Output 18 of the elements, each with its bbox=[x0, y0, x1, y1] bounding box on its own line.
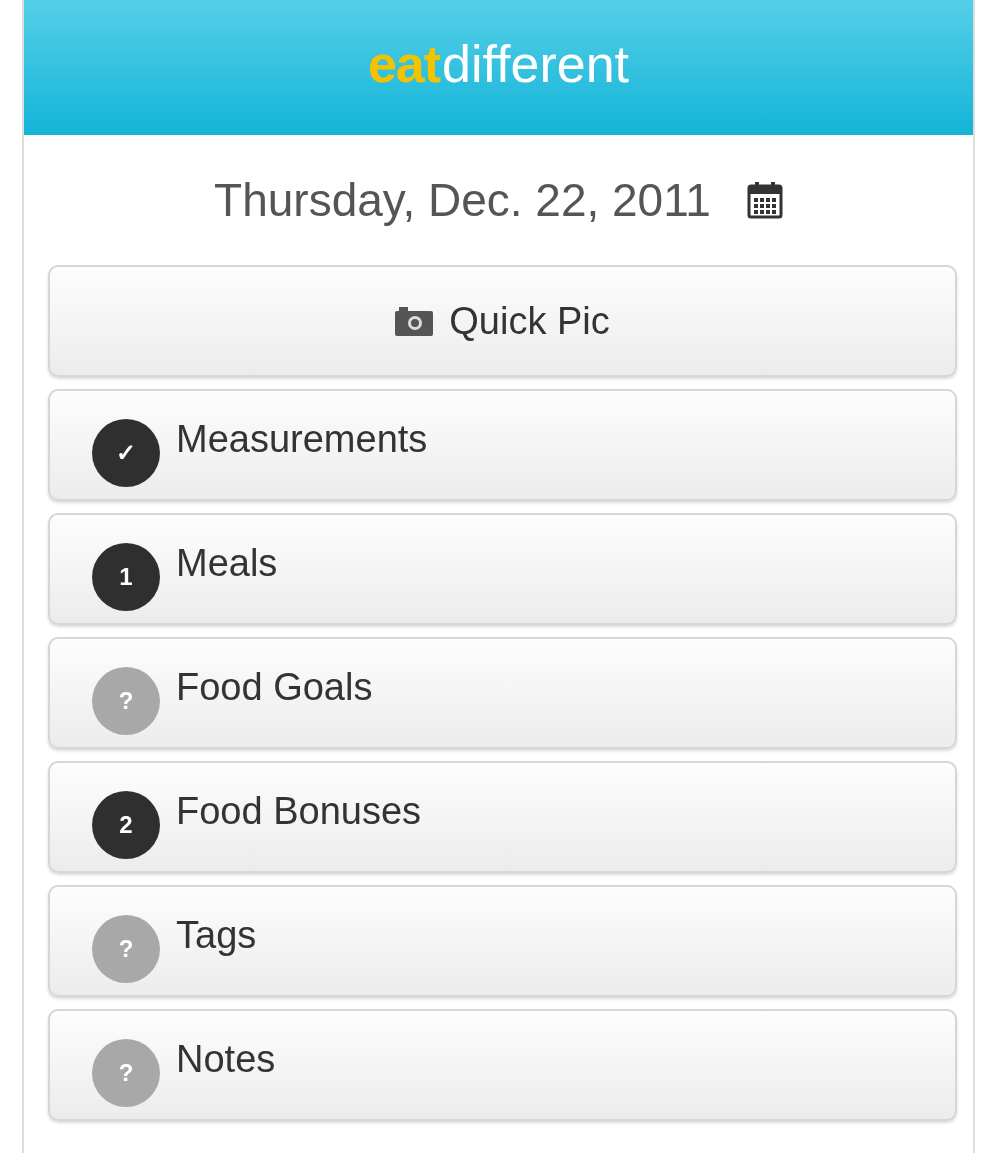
section-item[interactable]: ? Food Goals bbox=[48, 637, 957, 749]
date-title: Thursday, Dec. 22, 2011 bbox=[214, 173, 711, 227]
logo-text: eat bbox=[367, 33, 441, 94]
status-badge: 2 bbox=[92, 791, 160, 859]
section-item[interactable]: 1 Meals bbox=[48, 513, 957, 625]
camera-icon bbox=[395, 306, 434, 336]
section-item[interactable]: ? Notes bbox=[48, 1009, 957, 1121]
section-item[interactable]: ? Tags bbox=[48, 885, 957, 997]
status-badge: ✓ bbox=[92, 419, 160, 487]
status-badge: ? bbox=[92, 667, 160, 735]
calendar-icon[interactable] bbox=[746, 181, 783, 219]
status-badge: ? bbox=[92, 915, 160, 983]
section-item[interactable]: 2 Food Bonuses bbox=[48, 761, 957, 873]
section-item[interactable]: ✓ Measurements bbox=[48, 389, 957, 501]
status-badge: ? bbox=[92, 1039, 160, 1107]
quick-pic-button[interactable]: Quick Pic bbox=[48, 265, 957, 377]
status-badge: 1 bbox=[92, 543, 160, 611]
logo-text: different bbox=[442, 33, 630, 94]
